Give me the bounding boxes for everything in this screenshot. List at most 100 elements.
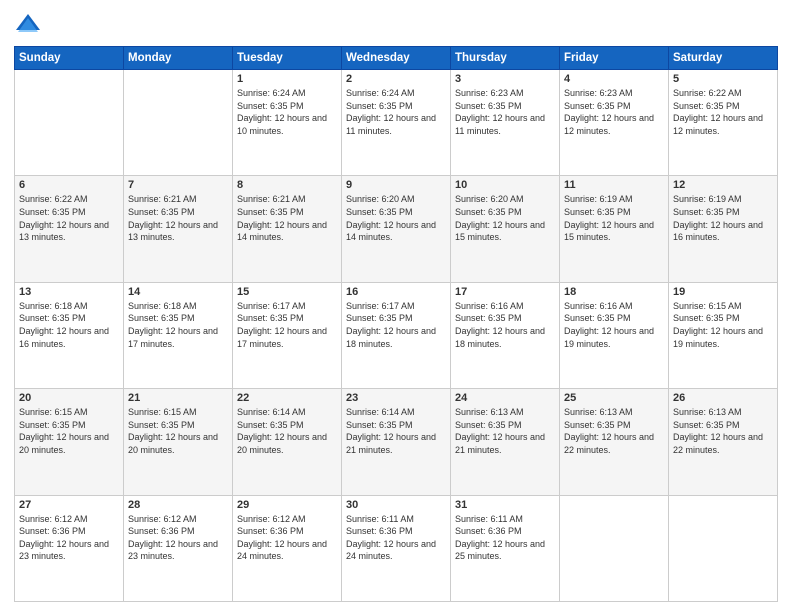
cell-info: Sunrise: 6:19 AM Sunset: 6:35 PM Dayligh… xyxy=(673,193,773,243)
calendar-cell xyxy=(669,495,778,601)
calendar-cell: 16 Sunrise: 6:17 AM Sunset: 6:35 PM Dayli… xyxy=(342,282,451,388)
day-number: 25 xyxy=(564,392,664,404)
calendar-header-friday: Friday xyxy=(560,47,669,70)
day-number: 4 xyxy=(564,73,664,85)
day-number: 12 xyxy=(673,179,773,191)
cell-info: Sunrise: 6:24 AM Sunset: 6:35 PM Dayligh… xyxy=(346,87,446,137)
day-number: 26 xyxy=(673,392,773,404)
cell-info: Sunrise: 6:19 AM Sunset: 6:35 PM Dayligh… xyxy=(564,193,664,243)
calendar-cell: 2 Sunrise: 6:24 AM Sunset: 6:35 PM Daylig… xyxy=(342,70,451,176)
calendar-cell: 9 Sunrise: 6:20 AM Sunset: 6:35 PM Daylig… xyxy=(342,176,451,282)
calendar-cell: 14 Sunrise: 6:18 AM Sunset: 6:35 PM Dayli… xyxy=(124,282,233,388)
calendar-header-tuesday: Tuesday xyxy=(233,47,342,70)
day-number: 7 xyxy=(128,179,228,191)
day-number: 19 xyxy=(673,286,773,298)
logo-icon xyxy=(14,10,42,38)
day-number: 17 xyxy=(455,286,555,298)
cell-info: Sunrise: 6:16 AM Sunset: 6:35 PM Dayligh… xyxy=(564,300,664,350)
calendar-cell: 22 Sunrise: 6:14 AM Sunset: 6:35 PM Dayli… xyxy=(233,389,342,495)
calendar-week-4: 20 Sunrise: 6:15 AM Sunset: 6:35 PM Dayli… xyxy=(15,389,778,495)
calendar-cell: 19 Sunrise: 6:15 AM Sunset: 6:35 PM Dayli… xyxy=(669,282,778,388)
day-number: 30 xyxy=(346,499,446,511)
calendar-cell: 4 Sunrise: 6:23 AM Sunset: 6:35 PM Daylig… xyxy=(560,70,669,176)
calendar-header-saturday: Saturday xyxy=(669,47,778,70)
calendar-header-row: SundayMondayTuesdayWednesdayThursdayFrid… xyxy=(15,47,778,70)
calendar-cell: 1 Sunrise: 6:24 AM Sunset: 6:35 PM Daylig… xyxy=(233,70,342,176)
cell-info: Sunrise: 6:17 AM Sunset: 6:35 PM Dayligh… xyxy=(346,300,446,350)
cell-info: Sunrise: 6:24 AM Sunset: 6:35 PM Dayligh… xyxy=(237,87,337,137)
day-number: 5 xyxy=(673,73,773,85)
calendar-cell: 21Sunrise: 6:15 AM Sunset: 6:35 PM Dayli… xyxy=(124,389,233,495)
calendar-cell: 29 Sunrise: 6:12 AM Sunset: 6:36 PM Dayli… xyxy=(233,495,342,601)
header xyxy=(14,10,778,38)
calendar-week-2: 6 Sunrise: 6:22 AM Sunset: 6:35 PM Daylig… xyxy=(15,176,778,282)
cell-info: Sunrise: 6:22 AM Sunset: 6:35 PM Dayligh… xyxy=(19,193,119,243)
day-number: 1 xyxy=(237,73,337,85)
calendar-cell xyxy=(560,495,669,601)
day-number: 11 xyxy=(564,179,664,191)
day-number: 9 xyxy=(346,179,446,191)
day-number: 13 xyxy=(19,286,119,298)
calendar-cell: 30Sunrise: 6:11 AM Sunset: 6:36 PM Dayli… xyxy=(342,495,451,601)
calendar-week-5: 27 Sunrise: 6:12 AM Sunset: 6:36 PM Dayli… xyxy=(15,495,778,601)
cell-info: Sunrise: 6:20 AM Sunset: 6:35 PM Dayligh… xyxy=(346,193,446,243)
calendar-cell: 8Sunrise: 6:21 AM Sunset: 6:35 PM Daylig… xyxy=(233,176,342,282)
cell-info: Sunrise: 6:14 AM Sunset: 6:35 PM Dayligh… xyxy=(346,406,446,456)
cell-info: Sunrise: 6:21 AM Sunset: 6:35 PM Dayligh… xyxy=(128,193,228,243)
calendar-cell xyxy=(15,70,124,176)
day-number: 15 xyxy=(237,286,337,298)
cell-info: Sunrise: 6:17 AM Sunset: 6:35 PM Dayligh… xyxy=(237,300,337,350)
calendar-cell xyxy=(124,70,233,176)
day-number: 10 xyxy=(455,179,555,191)
calendar-cell: 15 Sunrise: 6:17 AM Sunset: 6:35 PM Dayli… xyxy=(233,282,342,388)
day-number: 14 xyxy=(128,286,228,298)
cell-info: Sunrise: 6:18 AM Sunset: 6:35 PM Dayligh… xyxy=(128,300,228,350)
cell-info: Sunrise: 6:15 AM Sunset: 6:35 PM Dayligh… xyxy=(128,406,228,456)
logo xyxy=(14,10,46,38)
cell-info: Sunrise: 6:23 AM Sunset: 6:35 PM Dayligh… xyxy=(455,87,555,137)
cell-info: Sunrise: 6:14 AM Sunset: 6:35 PM Dayligh… xyxy=(237,406,337,456)
calendar-cell: 23 Sunrise: 6:14 AM Sunset: 6:35 PM Dayli… xyxy=(342,389,451,495)
calendar-cell: 11 Sunrise: 6:19 AM Sunset: 6:35 PM Dayli… xyxy=(560,176,669,282)
calendar-header-wednesday: Wednesday xyxy=(342,47,451,70)
day-number: 31 xyxy=(455,499,555,511)
cell-info: Sunrise: 6:15 AM Sunset: 6:35 PM Dayligh… xyxy=(673,300,773,350)
cell-info: Sunrise: 6:20 AM Sunset: 6:35 PM Dayligh… xyxy=(455,193,555,243)
day-number: 20 xyxy=(19,392,119,404)
cell-info: Sunrise: 6:12 AM Sunset: 6:36 PM Dayligh… xyxy=(237,513,337,563)
calendar-cell: 5 Sunrise: 6:22 AM Sunset: 6:35 PM Daylig… xyxy=(669,70,778,176)
cell-info: Sunrise: 6:16 AM Sunset: 6:35 PM Dayligh… xyxy=(455,300,555,350)
cell-info: Sunrise: 6:13 AM Sunset: 6:35 PM Dayligh… xyxy=(673,406,773,456)
calendar-cell: 7 Sunrise: 6:21 AM Sunset: 6:35 PM Daylig… xyxy=(124,176,233,282)
calendar-cell: 20Sunrise: 6:15 AM Sunset: 6:35 PM Dayli… xyxy=(15,389,124,495)
day-number: 18 xyxy=(564,286,664,298)
calendar-cell: 25 Sunrise: 6:13 AM Sunset: 6:35 PM Dayli… xyxy=(560,389,669,495)
calendar-cell: 10 Sunrise: 6:20 AM Sunset: 6:35 PM Dayli… xyxy=(451,176,560,282)
cell-info: Sunrise: 6:13 AM Sunset: 6:35 PM Dayligh… xyxy=(564,406,664,456)
cell-info: Sunrise: 6:23 AM Sunset: 6:35 PM Dayligh… xyxy=(564,87,664,137)
calendar-cell: 24 Sunrise: 6:13 AM Sunset: 6:35 PM Dayli… xyxy=(451,389,560,495)
day-number: 24 xyxy=(455,392,555,404)
calendar-header-thursday: Thursday xyxy=(451,47,560,70)
day-number: 23 xyxy=(346,392,446,404)
cell-info: Sunrise: 6:21 AM Sunset: 6:35 PM Dayligh… xyxy=(237,193,337,243)
cell-info: Sunrise: 6:13 AM Sunset: 6:35 PM Dayligh… xyxy=(455,406,555,456)
cell-info: Sunrise: 6:11 AM Sunset: 6:36 PM Dayligh… xyxy=(455,513,555,563)
cell-info: Sunrise: 6:12 AM Sunset: 6:36 PM Dayligh… xyxy=(19,513,119,563)
calendar-week-3: 13 Sunrise: 6:18 AM Sunset: 6:35 PM Dayli… xyxy=(15,282,778,388)
day-number: 28 xyxy=(128,499,228,511)
calendar-cell: 6 Sunrise: 6:22 AM Sunset: 6:35 PM Daylig… xyxy=(15,176,124,282)
calendar-cell: 18 Sunrise: 6:16 AM Sunset: 6:35 PM Dayli… xyxy=(560,282,669,388)
calendar-cell: 12 Sunrise: 6:19 AM Sunset: 6:35 PM Dayli… xyxy=(669,176,778,282)
day-number: 2 xyxy=(346,73,446,85)
day-number: 16 xyxy=(346,286,446,298)
calendar-cell: 13Sunrise: 6:18 AM Sunset: 6:35 PM Dayli… xyxy=(15,282,124,388)
calendar-header-monday: Monday xyxy=(124,47,233,70)
day-number: 27 xyxy=(19,499,119,511)
calendar-week-1: 1 Sunrise: 6:24 AM Sunset: 6:35 PM Daylig… xyxy=(15,70,778,176)
day-number: 22 xyxy=(237,392,337,404)
cell-info: Sunrise: 6:22 AM Sunset: 6:35 PM Dayligh… xyxy=(673,87,773,137)
day-number: 29 xyxy=(237,499,337,511)
page: SundayMondayTuesdayWednesdayThursdayFrid… xyxy=(0,0,792,612)
day-number: 6 xyxy=(19,179,119,191)
